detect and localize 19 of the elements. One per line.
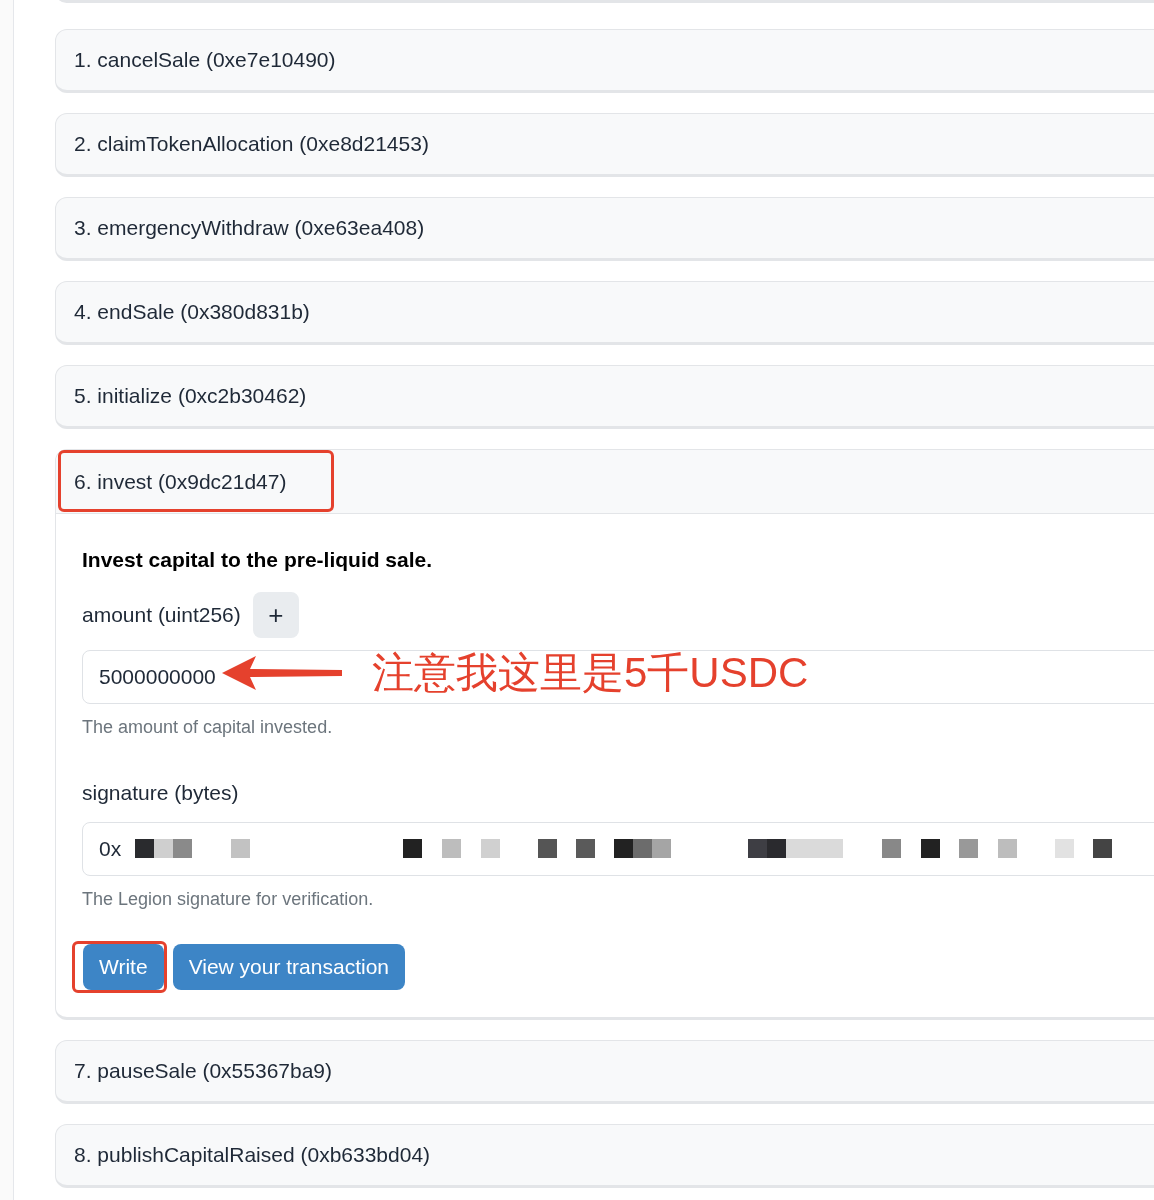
function-header[interactable]: 2. claimTokenAllocation (0xe8d21453) bbox=[55, 113, 1154, 177]
help-text: The Legion signature for verification. bbox=[82, 888, 374, 911]
action-button[interactable]: View your transaction bbox=[172, 944, 405, 990]
annotation-text: 注意我这里是5千USDC bbox=[372, 651, 809, 694]
function-header[interactable]: 5. initialize (0xc2b30462) bbox=[55, 365, 1154, 429]
function-description: Invest capital to the pre-liquid sale. bbox=[82, 547, 433, 573]
action-button[interactable]: Write bbox=[83, 944, 164, 990]
function-header[interactable]: 4. endSale (0x380d831b) bbox=[55, 281, 1154, 345]
parameter-label: signature (bytes) bbox=[82, 779, 239, 806]
function-header[interactable]: 7. pauseSale (0x55367ba9) bbox=[55, 1040, 1154, 1104]
function-header[interactable]: 3. emergencyWithdraw (0xe63ea408) bbox=[55, 197, 1154, 261]
help-text: The amount of capital invested. bbox=[82, 715, 333, 739]
function-header[interactable]: 8. publishCapitalRaised (0xb633bd04) bbox=[55, 1124, 1154, 1188]
function-header[interactable]: 1. cancelSale (0xe7e10490) bbox=[55, 29, 1154, 93]
input-field[interactable]: 0x bbox=[82, 822, 1154, 876]
add-button[interactable]: + bbox=[252, 591, 299, 638]
parameter-label: amount (uint256) bbox=[82, 601, 241, 628]
arrow-icon bbox=[222, 655, 342, 690]
function-header[interactable]: 6. invest (0x9dc21d47) bbox=[56, 450, 1154, 514]
